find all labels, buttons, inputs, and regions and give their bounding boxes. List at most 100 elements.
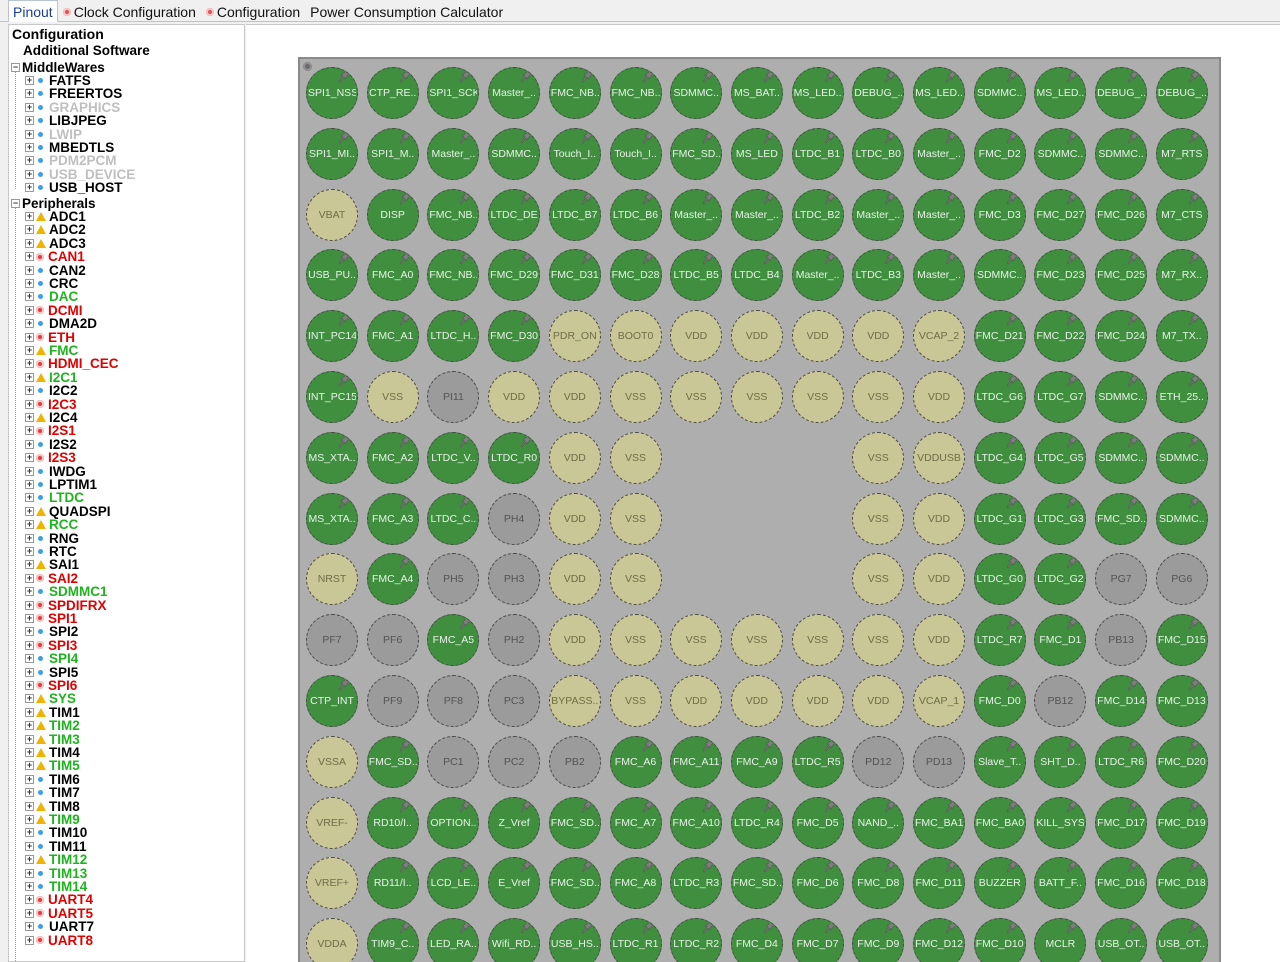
expand-icon[interactable]: +: [25, 774, 34, 784]
pin-sdmmc[interactable]: SDMMC..: [973, 249, 1026, 302]
expand-icon[interactable]: +: [25, 868, 34, 878]
pin-vcap-2[interactable]: VCAP_2: [913, 310, 965, 363]
pin-fmc-d19[interactable]: FMC_D19: [1155, 796, 1208, 849]
pin-vdd[interactable]: VDD: [913, 371, 965, 423]
expand-icon[interactable]: +: [25, 560, 34, 570]
pin-ltdc-r4[interactable]: LTDC_R4: [730, 796, 783, 849]
tree-item-pdm2pcm[interactable]: + PDM2PCM: [25, 154, 117, 168]
pin-vss[interactable]: VSS: [609, 675, 662, 727]
pin-vdd[interactable]: VDD: [548, 614, 601, 667]
tree-item-uart4[interactable]: + UART4: [25, 893, 93, 907]
pin-fmc-sd[interactable]: FMC_SD..: [548, 796, 601, 849]
pin-fmc-d17[interactable]: FMC_D17: [1095, 796, 1148, 849]
pin-buzzer[interactable]: BUZZER: [973, 857, 1026, 910]
pin-fmc-d8[interactable]: FMC_D8: [852, 857, 905, 910]
pin-ms-led[interactable]: MS_LED..: [1034, 67, 1087, 119]
tab-pinout[interactable]: Pinout: [8, 0, 58, 22]
tree-item-rcc[interactable]: + RCC: [25, 518, 78, 531]
pin-fmc-sd[interactable]: FMC_SD..: [730, 857, 783, 910]
expand-icon[interactable]: +: [25, 89, 34, 99]
pin-ltdc-de[interactable]: LTDC_DE: [488, 188, 541, 241]
expand-icon[interactable]: +: [25, 707, 34, 717]
pin-pc3[interactable]: PC3: [488, 675, 541, 727]
pin-ltdc-b4[interactable]: LTDC_B4: [730, 249, 783, 302]
pin-pb2[interactable]: PB2: [548, 735, 601, 788]
expand-icon[interactable]: +: [25, 680, 34, 690]
expand-icon[interactable]: +: [25, 935, 34, 945]
tree-item-hdmi_cec[interactable]: + HDMI_CEC: [25, 357, 119, 371]
pin-pb13[interactable]: PB13: [1095, 614, 1148, 667]
tree-item-tim14[interactable]: + TIM14: [25, 880, 87, 893]
pin-ltdc-g6[interactable]: LTDC_G6: [973, 371, 1026, 423]
pin-vss[interactable]: VSS: [609, 553, 662, 606]
pin-master[interactable]: Master_..: [913, 127, 965, 180]
pin-sdmmc[interactable]: SDMMC..: [1095, 127, 1148, 180]
expand-icon[interactable]: +: [25, 600, 34, 610]
pin-vdd[interactable]: VDD: [730, 675, 783, 727]
pin-disp[interactable]: DISP: [366, 188, 419, 241]
tree-item-usb_device[interactable]: + USB_DEVICE: [25, 168, 135, 181]
expand-icon[interactable]: +: [25, 493, 34, 503]
expand-icon[interactable]: +: [25, 479, 34, 489]
pin-ms-led[interactable]: MS_LED..: [791, 67, 844, 119]
pin-master[interactable]: Master_..: [852, 188, 905, 241]
tree-item-fmc[interactable]: + FMC: [25, 344, 78, 357]
tree-item-rtc[interactable]: + RTC: [25, 545, 77, 558]
pin-lcd-le[interactable]: LCD_LE..: [427, 857, 480, 910]
expand-icon[interactable]: +: [25, 372, 34, 382]
tree-item-lwip[interactable]: + LWIP: [25, 127, 82, 141]
expand-icon[interactable]: +: [25, 841, 34, 851]
pin-ltdc-b0[interactable]: LTDC_B0: [852, 127, 905, 180]
expand-icon[interactable]: +: [25, 399, 34, 409]
pin-usb-pu[interactable]: USB_PU..: [306, 249, 358, 302]
pin-ltdc-r1[interactable]: LTDC_R1: [609, 918, 662, 962]
tree-item-tim3[interactable]: + TIM3: [25, 732, 80, 746]
tree-item-i2c4[interactable]: + I2C4: [25, 411, 78, 424]
pin-ph4[interactable]: PH4: [488, 492, 541, 545]
pin-bypass[interactable]: BYPASS..: [548, 675, 601, 727]
pin-vss[interactable]: VSS: [670, 371, 723, 423]
expand-icon[interactable]: +: [25, 278, 34, 288]
expand-icon[interactable]: +: [25, 520, 34, 530]
expand-icon[interactable]: +: [25, 292, 34, 302]
pin-ltdc-b2[interactable]: LTDC_B2: [791, 188, 844, 241]
pin-pd13[interactable]: PD13: [913, 735, 965, 788]
expand-icon[interactable]: +: [25, 855, 34, 865]
tree-item-sys[interactable]: + SYS: [25, 692, 76, 706]
pin-master[interactable]: Master_..: [791, 249, 844, 302]
pin-fmc-d5[interactable]: FMC_D5: [791, 796, 844, 849]
pin-vdd[interactable]: VDD: [730, 310, 783, 363]
pin-vdd[interactable]: VDD: [548, 553, 601, 606]
pin-ltdc-r3[interactable]: LTDC_R3: [670, 857, 723, 910]
tree-item-can1[interactable]: + CAN1: [25, 250, 85, 263]
pin-fmc-a4[interactable]: FMC_A4: [366, 553, 419, 606]
pin-master[interactable]: Master_..: [913, 249, 965, 302]
pin-fmc-d16[interactable]: FMC_D16: [1095, 857, 1148, 910]
pin-option[interactable]: OPTION..: [427, 796, 480, 849]
pin-ltdc-b3[interactable]: LTDC_B3: [852, 249, 905, 302]
tree-item-eth[interactable]: + ETH: [25, 330, 75, 344]
tree-item-freertos[interactable]: + FREERTOS: [25, 87, 122, 101]
pin-ph3[interactable]: PH3: [488, 553, 541, 606]
pin-vss[interactable]: VSS: [852, 371, 905, 423]
pin-ms-led[interactable]: MS_LED: [730, 127, 783, 180]
pin-fmc-d1[interactable]: FMC_D1: [1034, 614, 1087, 667]
expand-icon[interactable]: +: [25, 546, 34, 556]
pin-ltdc-b6[interactable]: LTDC_B6: [609, 188, 662, 241]
tree-item-spdifrx[interactable]: + SPDIFRX: [25, 598, 107, 612]
pin-usb-ot[interactable]: USB_OT..: [1095, 918, 1148, 962]
expand-icon[interactable]: +: [25, 359, 34, 369]
pin-fmc-a10[interactable]: FMC_A10: [670, 796, 723, 849]
tree-item-tim6[interactable]: + TIM6: [25, 773, 80, 786]
pin-ph5[interactable]: PH5: [427, 553, 480, 606]
pin-touch-i[interactable]: Touch_I..: [548, 127, 601, 180]
pin-fmc-d12[interactable]: FMC_D12: [913, 918, 965, 962]
tree-item-tim13[interactable]: + TIM13: [25, 866, 87, 880]
tree-item-sai1[interactable]: + SAI1: [25, 558, 79, 572]
tree-item-i2s2[interactable]: + I2S2: [25, 438, 77, 451]
tree-item-uart8[interactable]: + UART8: [25, 933, 93, 947]
pin-pd12[interactable]: PD12: [852, 735, 905, 788]
pin-vdd[interactable]: VDD: [913, 492, 965, 545]
pin-slave-t[interactable]: Slave_T..: [973, 735, 1026, 788]
pin-fmc-d14[interactable]: FMC_D14: [1095, 675, 1148, 727]
